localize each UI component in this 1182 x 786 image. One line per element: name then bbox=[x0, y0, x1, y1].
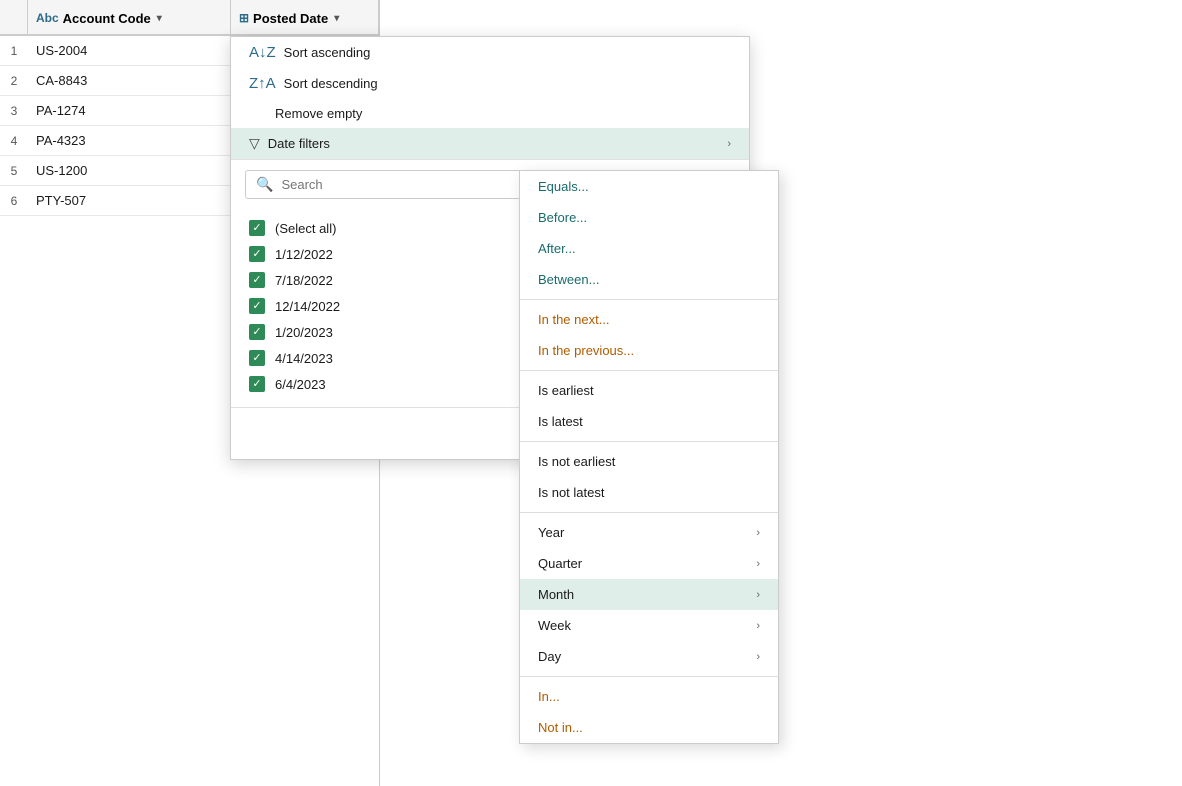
row-num: 3 bbox=[0, 104, 28, 118]
checkbox-label-6: 6/4/2023 bbox=[275, 377, 326, 392]
year-arrow: › bbox=[756, 527, 760, 539]
cell-account: US-1200 bbox=[28, 163, 220, 178]
posted-date-dropdown[interactable]: ▾ bbox=[334, 13, 339, 24]
submenu-before[interactable]: Before... bbox=[520, 202, 778, 233]
account-code-dropdown[interactable]: ▾ bbox=[157, 13, 162, 24]
in-next-label: In the next... bbox=[538, 312, 610, 327]
is-earliest-label: Is earliest bbox=[538, 383, 594, 398]
checkbox-label-select-all: (Select all) bbox=[275, 221, 336, 236]
submenu-separator-2 bbox=[520, 370, 778, 371]
row-num: 2 bbox=[0, 74, 28, 88]
year-label: Year bbox=[538, 525, 564, 540]
checkbox-label-5: 4/14/2023 bbox=[275, 351, 333, 366]
search-icon: 🔍 bbox=[256, 176, 273, 193]
submenu-in[interactable]: In... bbox=[520, 681, 778, 712]
in-prev-label: In the previous... bbox=[538, 343, 634, 358]
submenu-separator-1 bbox=[520, 299, 778, 300]
is-not-latest-label: Is not latest bbox=[538, 485, 604, 500]
sort-asc-icon: A↓Z bbox=[249, 44, 276, 61]
week-label: Week bbox=[538, 618, 571, 633]
submenu-day[interactable]: Day › bbox=[520, 641, 778, 672]
submenu-is-earliest[interactable]: Is earliest bbox=[520, 375, 778, 406]
row-num: 4 bbox=[0, 134, 28, 148]
in-label: In... bbox=[538, 689, 560, 704]
sort-ascending-label: Sort ascending bbox=[284, 45, 371, 60]
submenu-is-not-latest[interactable]: Is not latest bbox=[520, 477, 778, 508]
checkbox-label-2: 7/18/2022 bbox=[275, 273, 333, 288]
abc-icon: Abc bbox=[36, 11, 59, 25]
between-label: Between... bbox=[538, 272, 599, 287]
sort-desc-icon: Z↑A bbox=[249, 75, 276, 92]
checkbox-label-4: 1/20/2023 bbox=[275, 325, 333, 340]
date-filters-submenu: Equals... Before... After... Between... … bbox=[519, 170, 779, 744]
week-arrow: › bbox=[756, 620, 760, 632]
not-in-label: Not in... bbox=[538, 720, 583, 735]
cell-account: PA-1274 bbox=[28, 103, 220, 118]
checkbox-icon-5: ✓ bbox=[249, 350, 265, 366]
is-latest-label: Is latest bbox=[538, 414, 583, 429]
cell-account: PA-4323 bbox=[28, 133, 220, 148]
submenu-quarter[interactable]: Quarter › bbox=[520, 548, 778, 579]
submenu-week[interactable]: Week › bbox=[520, 610, 778, 641]
submenu-separator-4 bbox=[520, 512, 778, 513]
date-filter-icon: ▽ bbox=[249, 135, 260, 152]
date-filters-arrow: › bbox=[727, 138, 731, 150]
submenu-is-not-earliest[interactable]: Is not earliest bbox=[520, 446, 778, 477]
row-num: 6 bbox=[0, 194, 28, 208]
submenu-separator-5 bbox=[520, 676, 778, 677]
after-label: After... bbox=[538, 241, 576, 256]
grid-icon: ⊞ bbox=[239, 11, 249, 25]
checkbox-icon-3: ✓ bbox=[249, 298, 265, 314]
remove-empty-label: Remove empty bbox=[275, 106, 362, 121]
checkbox-icon-1: ✓ bbox=[249, 246, 265, 262]
submenu-is-latest[interactable]: Is latest bbox=[520, 406, 778, 437]
posted-date-label: Posted Date bbox=[253, 11, 328, 26]
submenu-separator-3 bbox=[520, 441, 778, 442]
quarter-arrow: › bbox=[756, 558, 760, 570]
submenu-not-in[interactable]: Not in... bbox=[520, 712, 778, 743]
submenu-between[interactable]: Between... bbox=[520, 264, 778, 295]
sort-descending-item[interactable]: Z↑A Sort descending bbox=[231, 68, 749, 99]
submenu-month[interactable]: Month › bbox=[520, 579, 778, 610]
cell-account: PTY-507 bbox=[28, 193, 220, 208]
account-code-label: Account Code bbox=[63, 11, 151, 26]
checkbox-icon-6: ✓ bbox=[249, 376, 265, 392]
sort-descending-label: Sort descending bbox=[284, 76, 378, 91]
checkbox-icon-select-all: ✓ bbox=[249, 220, 265, 236]
checkbox-label-3: 12/14/2022 bbox=[275, 299, 340, 314]
remove-empty-item[interactable]: Remove empty bbox=[231, 99, 749, 128]
col-header-posted-date[interactable]: ⊞ Posted Date ▾ bbox=[231, 0, 379, 36]
row-num: 1 bbox=[0, 44, 28, 58]
date-filters-item[interactable]: ▽ Date filters › bbox=[231, 128, 749, 159]
checkbox-icon-4: ✓ bbox=[249, 324, 265, 340]
equals-label: Equals... bbox=[538, 179, 589, 194]
submenu-year[interactable]: Year › bbox=[520, 517, 778, 548]
checkbox-label-1: 1/12/2022 bbox=[275, 247, 333, 262]
row-num: 5 bbox=[0, 164, 28, 178]
month-arrow: › bbox=[756, 589, 760, 601]
day-label: Day bbox=[538, 649, 561, 664]
date-filters-label: Date filters bbox=[268, 136, 330, 151]
submenu-equals[interactable]: Equals... bbox=[520, 171, 778, 202]
month-label: Month bbox=[538, 587, 574, 602]
quarter-label: Quarter bbox=[538, 556, 582, 571]
cell-account: CA-8843 bbox=[28, 73, 220, 88]
is-not-earliest-label: Is not earliest bbox=[538, 454, 615, 469]
sort-ascending-item[interactable]: A↓Z Sort ascending bbox=[231, 37, 749, 68]
before-label: Before... bbox=[538, 210, 587, 225]
cell-account: US-2004 bbox=[28, 43, 220, 58]
table-header: Abc Account Code ▾ ⊞ Posted Date ▾ bbox=[0, 0, 379, 36]
day-arrow: › bbox=[756, 651, 760, 663]
submenu-after[interactable]: After... bbox=[520, 233, 778, 264]
checkbox-icon-2: ✓ bbox=[249, 272, 265, 288]
submenu-in-prev[interactable]: In the previous... bbox=[520, 335, 778, 366]
col-header-account-code[interactable]: Abc Account Code ▾ bbox=[28, 0, 231, 36]
submenu-in-next[interactable]: In the next... bbox=[520, 304, 778, 335]
